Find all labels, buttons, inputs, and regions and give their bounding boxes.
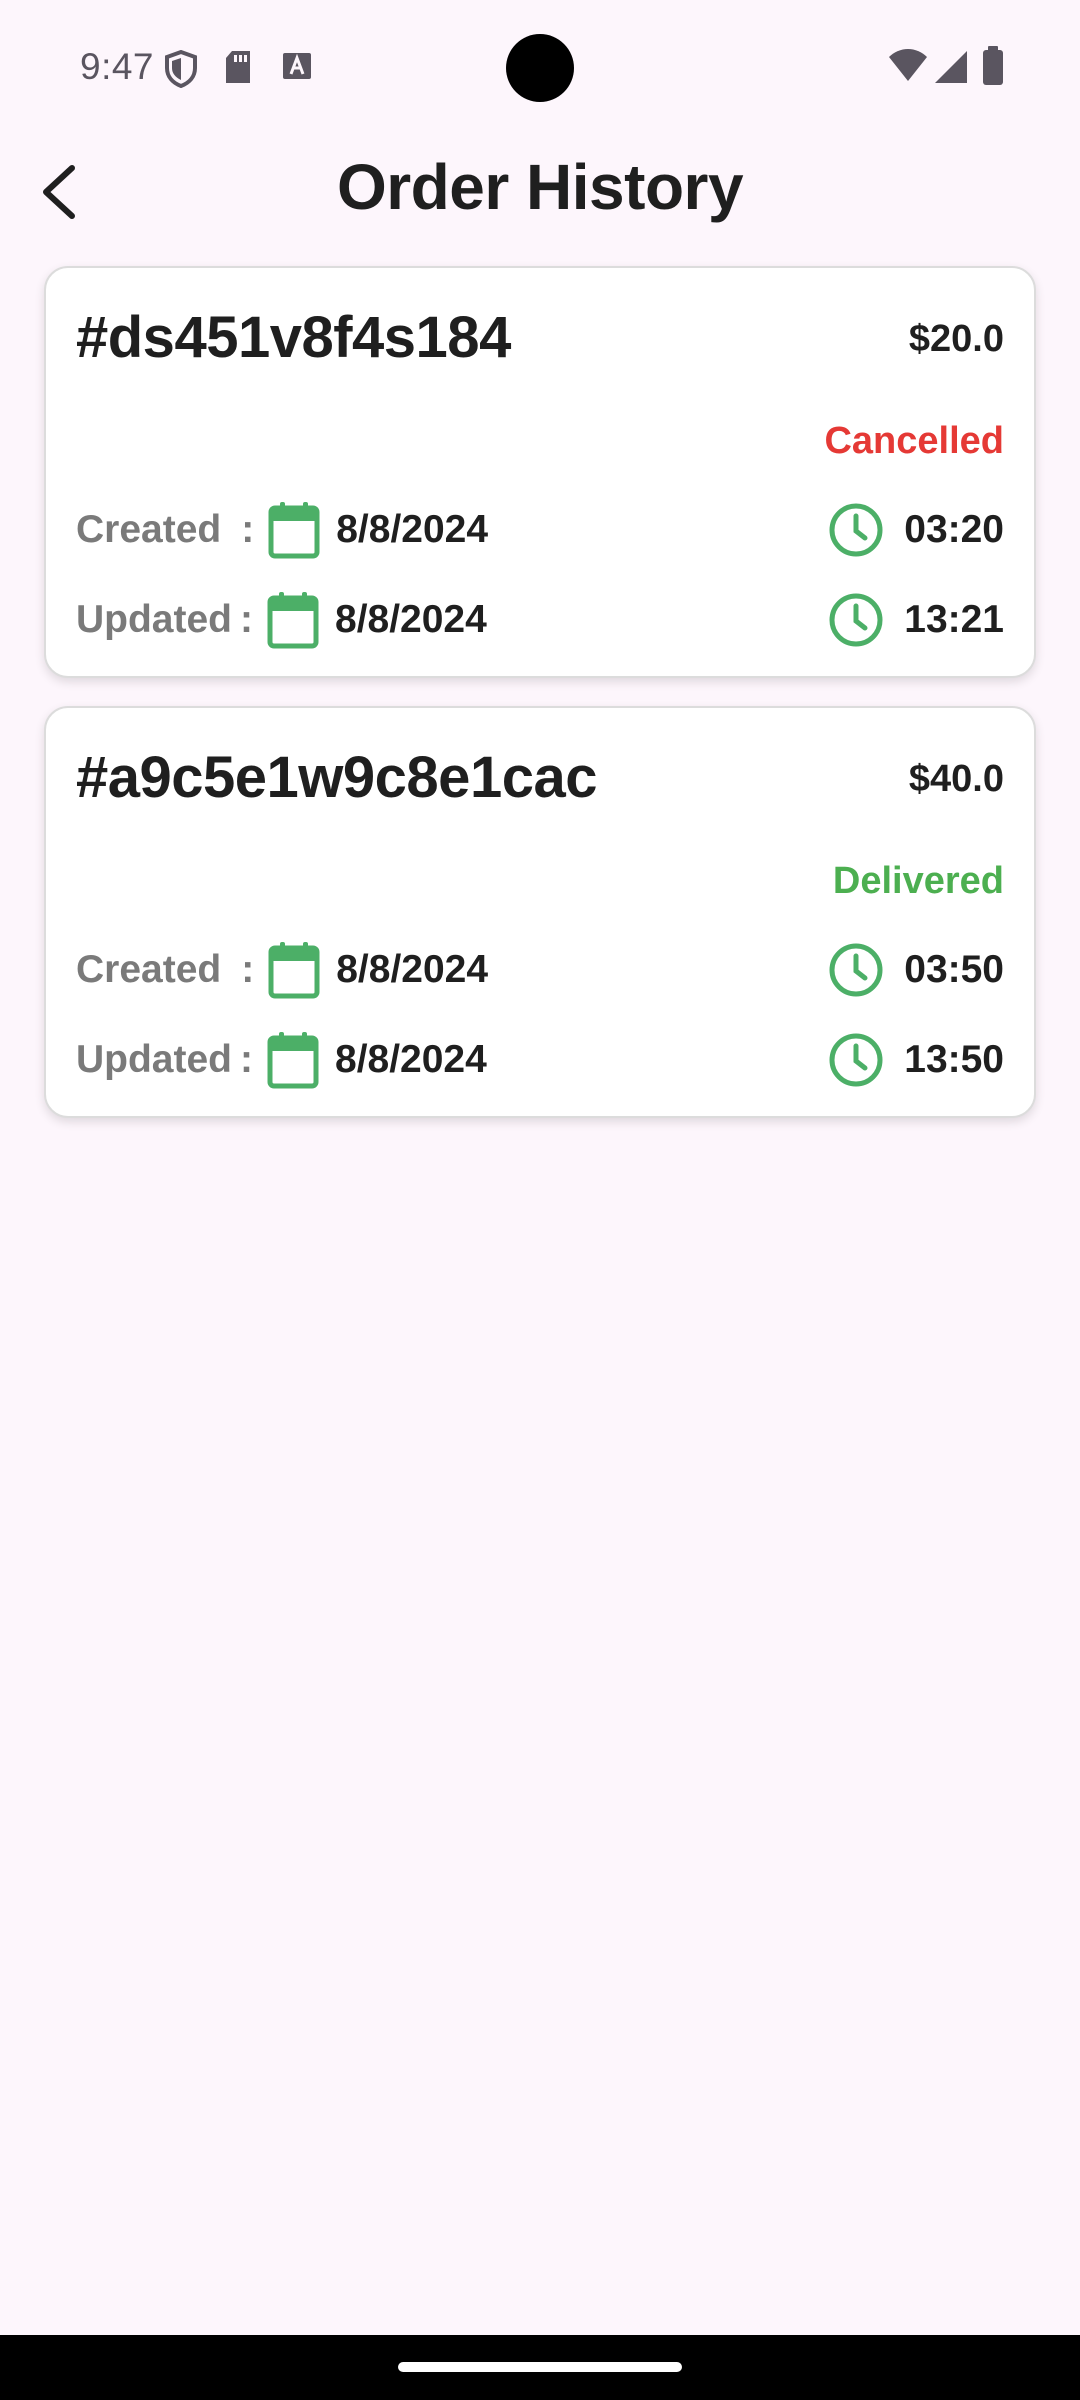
- updated-time-group: 13:50: [828, 1032, 1004, 1088]
- home-gesture-handle[interactable]: [398, 2362, 682, 2372]
- page-title: Order History: [336, 151, 744, 223]
- updated-time-group: 13:21: [828, 592, 1004, 648]
- calendar-icon: [267, 1031, 319, 1089]
- order-amount: $20.0: [908, 318, 1004, 360]
- screen: 9:47 Order History #ds451v8f4s184 $20.0 …: [0, 0, 1080, 2400]
- order-amount: $40.0: [908, 758, 1004, 800]
- colon-separator: :: [240, 1038, 253, 1081]
- created-row: Created : 8/8/2024 03:20: [76, 498, 1004, 562]
- created-label: Created: [76, 508, 222, 551]
- order-status-badge: Cancelled: [824, 420, 1004, 462]
- status-bar: 9:47: [0, 0, 1080, 140]
- wifi-icon: [888, 48, 928, 87]
- shield-icon: [164, 49, 198, 93]
- created-date: 8/8/2024: [336, 948, 489, 991]
- clock-icon: [828, 592, 884, 648]
- updated-row: Updated : 8/8/2024 13:50: [76, 1028, 1004, 1092]
- clock-icon: [828, 942, 884, 998]
- updated-row: Updated : 8/8/2024 13:21: [76, 588, 1004, 652]
- order-id: #a9c5e1w9c8e1cac: [76, 745, 597, 810]
- signal-icon: [934, 50, 968, 89]
- created-row: Created : 8/8/2024 03:50: [76, 938, 1004, 1002]
- updated-time: 13:50: [904, 1038, 1004, 1081]
- order-id: #ds451v8f4s184: [76, 305, 511, 370]
- updated-time: 13:21: [904, 598, 1004, 641]
- created-time-group: 03:20: [828, 502, 1004, 558]
- colon-separator: :: [241, 508, 255, 551]
- calendar-icon: [267, 591, 319, 649]
- created-time-group: 03:50: [828, 942, 1004, 998]
- calendar-icon: [268, 941, 320, 999]
- created-label: Created: [76, 948, 222, 991]
- calendar-icon: [268, 501, 320, 559]
- navigation-bar: [0, 2335, 1080, 2400]
- updated-date: 8/8/2024: [335, 1038, 487, 1081]
- text-a-icon: [282, 50, 312, 85]
- colon-separator: :: [240, 598, 253, 641]
- created-date: 8/8/2024: [336, 508, 489, 551]
- status-time: 9:47: [80, 46, 155, 87]
- updated-date: 8/8/2024: [335, 598, 487, 641]
- sd-card-icon: [224, 50, 252, 89]
- order-card[interactable]: #a9c5e1w9c8e1cac $40.0 Delivered Created…: [44, 706, 1036, 1118]
- order-card[interactable]: #ds451v8f4s184 $20.0 Cancelled Created :…: [44, 266, 1036, 678]
- updated-label: Updated: [76, 1038, 232, 1081]
- clock-icon: [828, 1032, 884, 1088]
- colon-separator: :: [241, 948, 255, 991]
- battery-icon: [982, 46, 1004, 91]
- clock-icon: [828, 502, 884, 558]
- created-time: 03:20: [904, 508, 1004, 551]
- camera-cutout: [506, 34, 574, 102]
- updated-label: Updated: [76, 598, 232, 641]
- order-status-badge: Delivered: [832, 860, 1004, 902]
- created-time: 03:50: [904, 948, 1004, 991]
